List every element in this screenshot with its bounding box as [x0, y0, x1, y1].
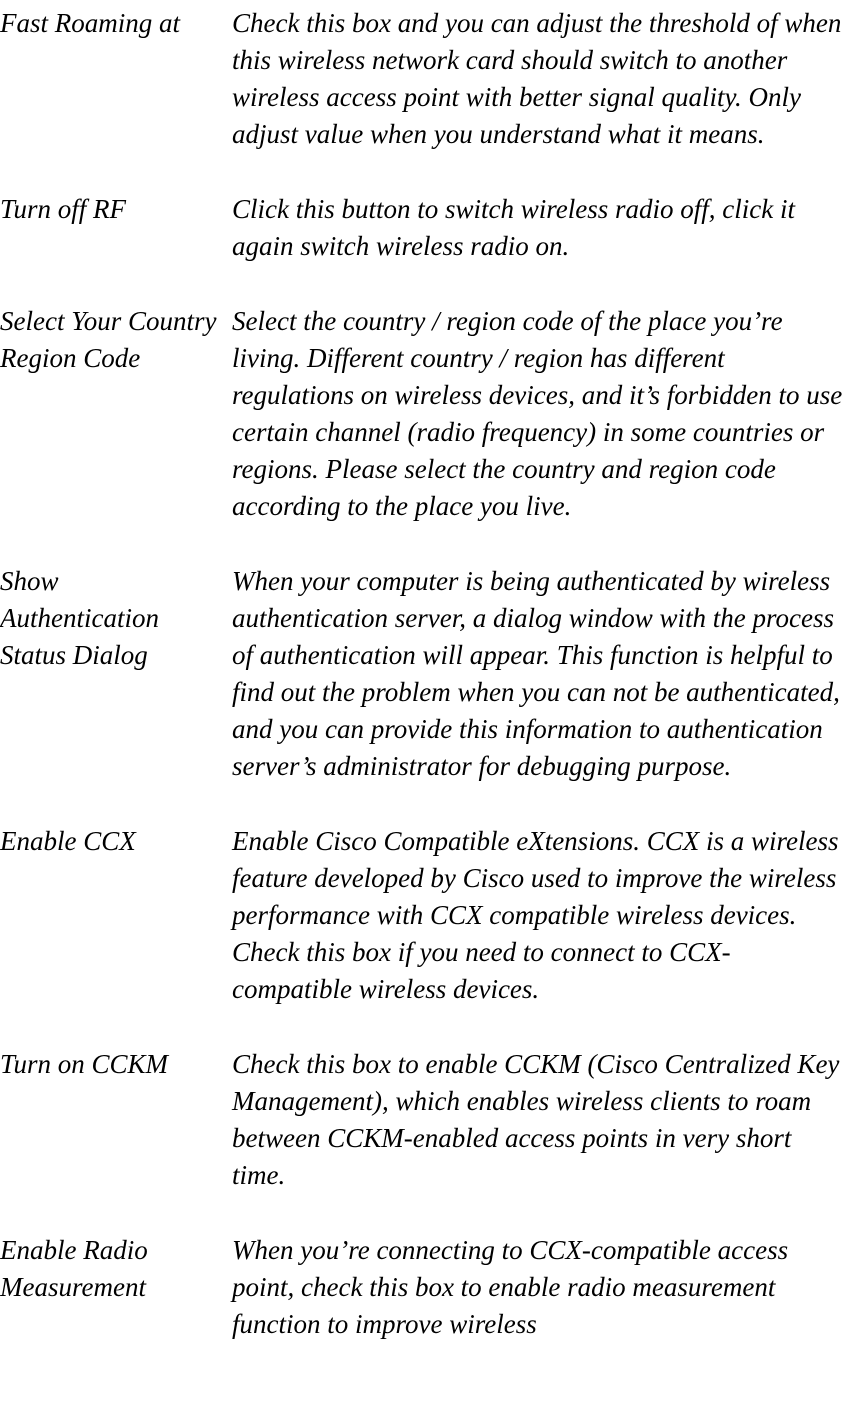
term-label: Enable Radio Measurement [0, 1232, 232, 1306]
term-description: When you’re connecting to CCX-compatible… [232, 1232, 861, 1343]
table-row: Turn off RF Click this button to switch … [0, 191, 861, 265]
table-row: Enable Radio Measurement When you’re con… [0, 1232, 861, 1343]
definition-list: Fast Roaming at Check this box and you c… [0, 0, 861, 1343]
table-row: Enable CCX Enable Cisco Compatible eXten… [0, 823, 861, 1008]
table-row: Select Your Country Region Code Select t… [0, 303, 861, 525]
term-label: Show Authentication Status Dialog [0, 563, 232, 674]
term-label: Fast Roaming at [0, 5, 232, 42]
term-description: Check this box and you can adjust the th… [232, 5, 861, 153]
term-description: Enable Cisco Compatible eXtensions. CCX … [232, 823, 861, 1008]
term-label: Enable CCX [0, 823, 232, 860]
term-label: Select Your Country Region Code [0, 303, 232, 377]
table-row: Turn on CCKM Check this box to enable CC… [0, 1046, 861, 1194]
table-row: Show Authentication Status Dialog When y… [0, 563, 861, 785]
term-description: When your computer is being authenticate… [232, 563, 861, 785]
table-row: Fast Roaming at Check this box and you c… [0, 5, 861, 153]
term-description: Click this button to switch wireless rad… [232, 191, 861, 265]
term-label: Turn on CCKM [0, 1046, 232, 1083]
term-description: Check this box to enable CCKM (Cisco Cen… [232, 1046, 861, 1194]
term-description: Select the country / region code of the … [232, 303, 861, 525]
term-label: Turn off RF [0, 191, 232, 228]
